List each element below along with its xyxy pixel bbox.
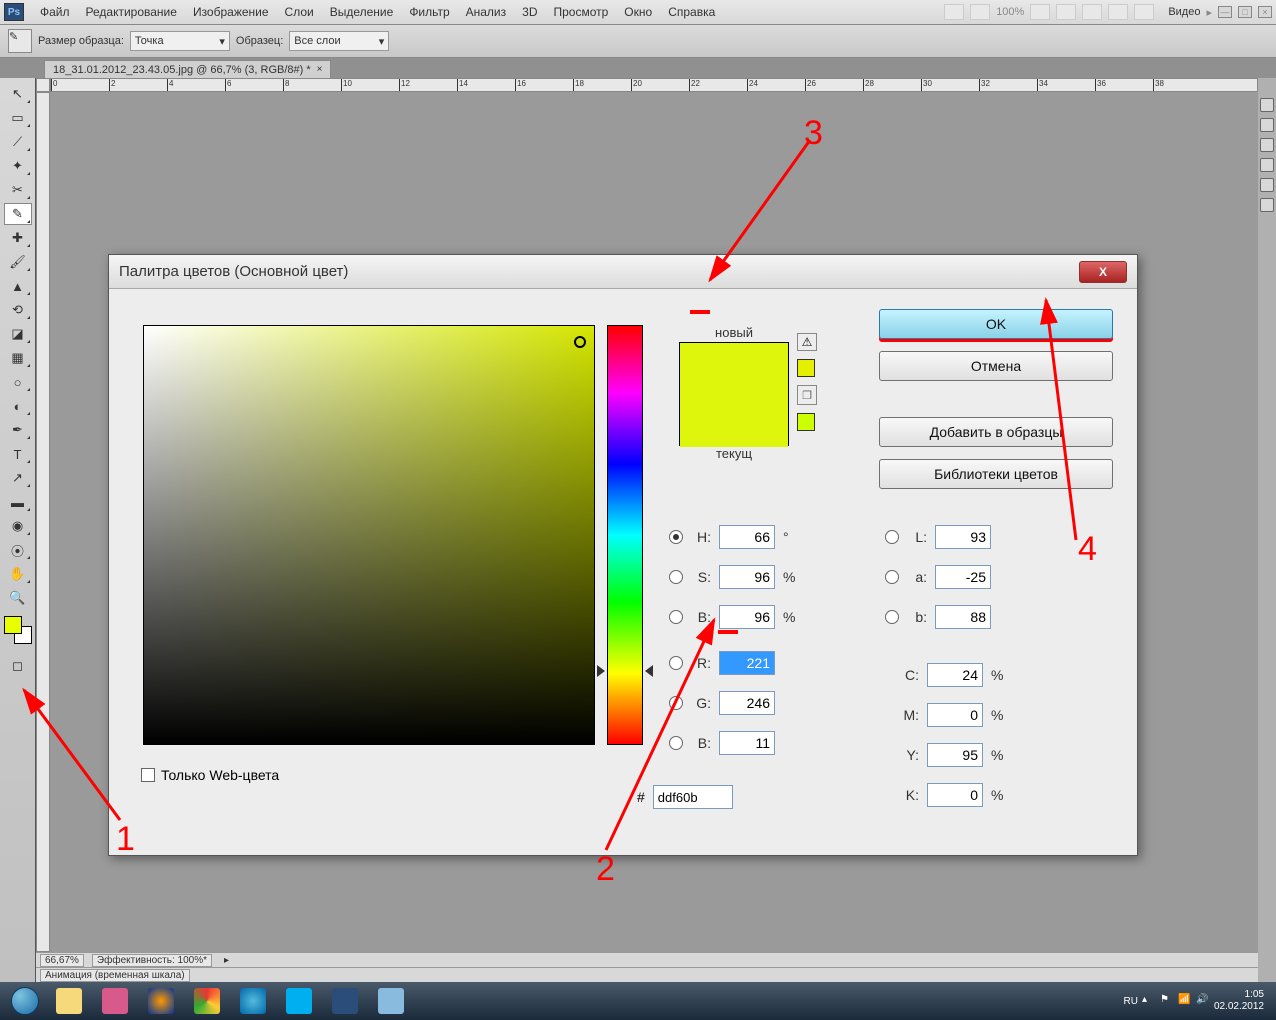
annotation-3: 3 [804,114,823,153]
taskbar-chrome[interactable] [186,986,228,1016]
tray-lang[interactable]: RU [1123,996,1137,1007]
taskbar-app[interactable] [94,986,136,1016]
tray-time: 1:05 [1214,989,1264,1001]
taskbar-firefox[interactable] [140,986,182,1016]
taskbar-skype[interactable] [278,986,320,1016]
taskbar-photoshop[interactable] [324,986,366,1016]
taskbar-pictures[interactable] [370,986,412,1016]
windows-taskbar: RU ▴ ⚑ 📶 🔊 1:05 02.02.2012 [0,982,1276,1020]
taskbar-ie[interactable] [232,986,274,1016]
annotation-1: 1 [116,820,135,859]
tray-date: 02.02.2012 [1214,1001,1264,1013]
annotation-overlay [0,0,1276,1020]
system-tray: RU ▴ ⚑ 📶 🔊 1:05 02.02.2012 [1123,989,1272,1013]
tray-volume-icon[interactable]: 🔊 [1196,994,1210,1008]
tray-network-icon[interactable]: 📶 [1178,994,1192,1008]
annotation-2: 2 [596,850,615,889]
annotation-4: 4 [1078,530,1097,569]
tray-clock[interactable]: 1:05 02.02.2012 [1214,989,1264,1013]
taskbar-explorer[interactable] [48,986,90,1016]
start-button[interactable] [4,985,46,1017]
tray-flag-icon[interactable]: ⚑ [1160,994,1174,1008]
tray-expand-icon[interactable]: ▴ [1142,994,1156,1008]
